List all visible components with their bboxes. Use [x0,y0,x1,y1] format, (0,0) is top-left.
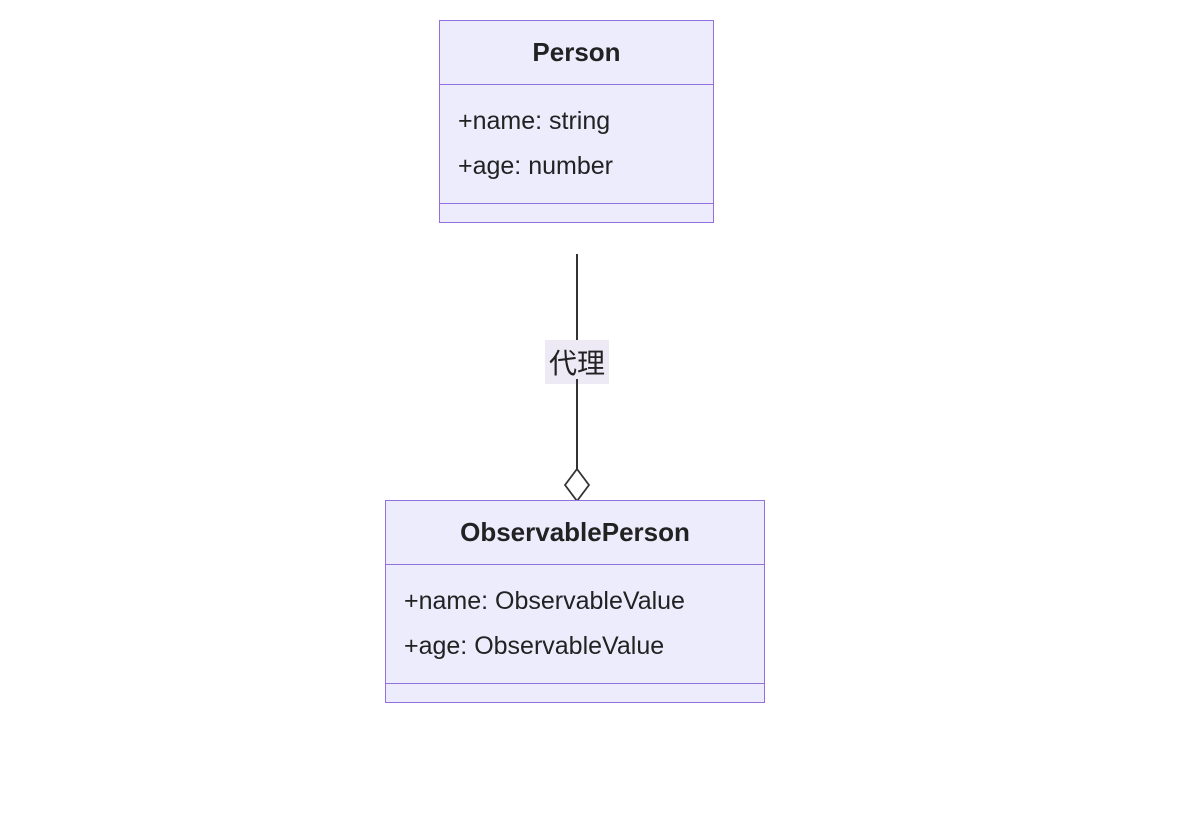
aggregation-diamond-icon [564,468,590,502]
class-methods-empty [440,204,713,222]
class-title: ObservablePerson [386,501,764,565]
class-attribute: +name: string [458,99,695,144]
uml-class-person: Person +name: string +age: number [439,20,714,223]
class-attributes: +name: string +age: number [440,85,713,204]
class-attribute: +age: ObservableValue [404,624,746,669]
uml-class-observableperson: ObservablePerson +name: ObservableValue … [385,500,765,703]
connector-line [576,254,578,340]
connector-line [576,379,578,469]
edge-label: 代理 [545,340,609,384]
class-methods-empty [386,684,764,702]
class-attribute: +age: number [458,144,695,189]
class-title: Person [440,21,713,85]
uml-class-diagram: Person +name: string +age: number 代理 Obs… [0,0,1200,828]
class-attribute: +name: ObservableValue [404,579,746,624]
class-attributes: +name: ObservableValue +age: ObservableV… [386,565,764,684]
